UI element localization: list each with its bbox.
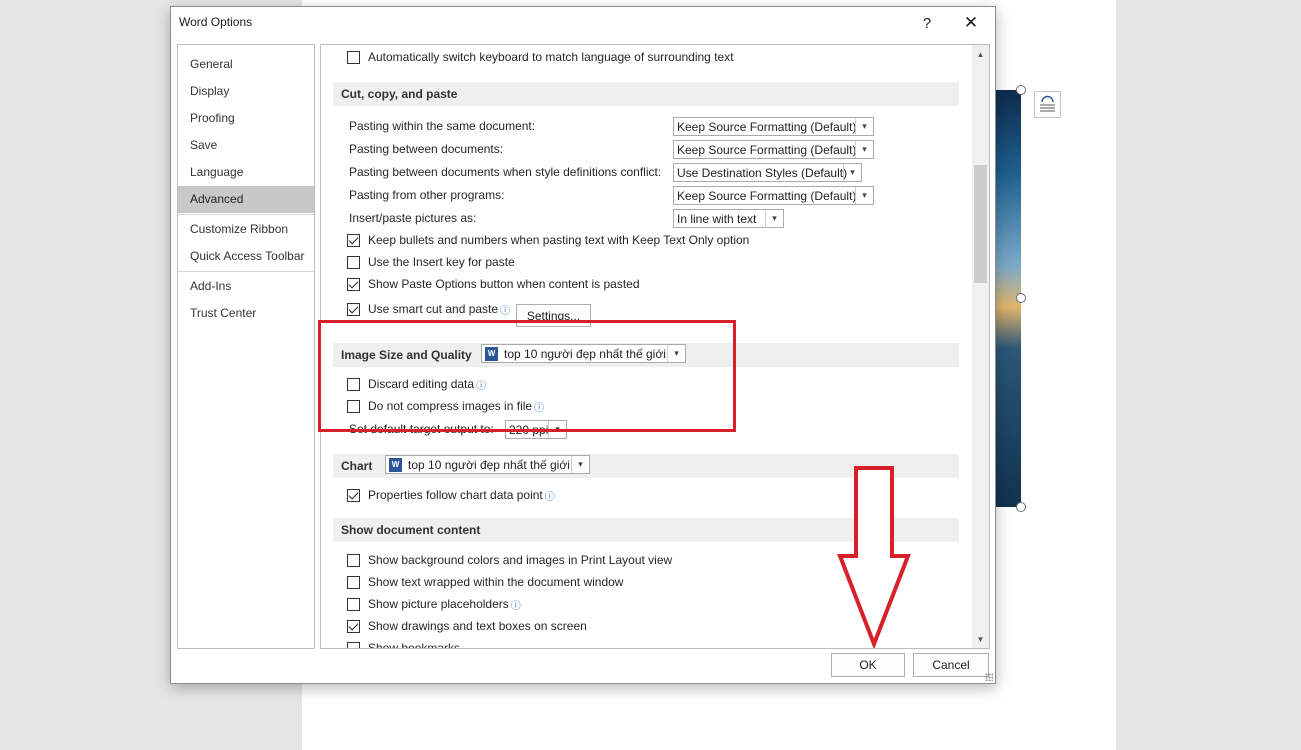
section-heading: Image Size and Quality	[341, 348, 472, 362]
content-scrollbar[interactable]: ▲ ▼	[972, 45, 989, 648]
option-discard-editing-data[interactable]: Discard editing data ⓘ	[347, 375, 486, 393]
paste-label: Pasting between documents when style def…	[349, 165, 662, 179]
paste-same-document-dropdown[interactable]: Keep Source Formatting (Default) ▾	[673, 117, 874, 136]
nav-item-advanced[interactable]: Advanced	[178, 186, 314, 213]
option-insert-key-paste[interactable]: Use the Insert key for paste	[347, 253, 515, 271]
resize-handle[interactable]	[1016, 85, 1026, 95]
paste-style-conflict-dropdown[interactable]: Use Destination Styles (Default) ▾	[673, 163, 862, 182]
options-content: Automatically switch keyboard to match l…	[320, 44, 990, 649]
checkbox[interactable]	[347, 597, 360, 611]
option-keep-bullets[interactable]: Keep bullets and numbers when pasting te…	[347, 231, 749, 249]
option-show-paste-options[interactable]: Show Paste Options button when content i…	[347, 275, 640, 293]
nav-item-save[interactable]: Save	[178, 132, 314, 159]
checkbox[interactable]	[347, 277, 360, 291]
target-output-dropdown[interactable]: 220 ppi ▾	[505, 420, 567, 439]
nav-item-general[interactable]: General	[178, 51, 314, 78]
checkbox[interactable]	[347, 488, 360, 502]
nav-item-quick-access-toolbar[interactable]: Quick Access Toolbar	[178, 243, 314, 270]
paste-label: Pasting between documents:	[349, 142, 504, 156]
checkbox[interactable]	[347, 399, 360, 413]
scrollbar-thumb[interactable]	[974, 165, 987, 283]
checkbox[interactable]	[347, 50, 360, 64]
close-icon[interactable]: ✕	[951, 10, 991, 36]
paste-label: Insert/paste pictures as:	[349, 211, 477, 225]
option-show-bookmarks[interactable]: Show bookmarks	[347, 639, 460, 648]
option-show-text-wrapped[interactable]: Show text wrapped within the document wi…	[347, 573, 623, 591]
option-smart-cut-paste[interactable]: Use smart cut and paste ⓘ	[347, 300, 510, 318]
resize-handle[interactable]	[1016, 502, 1026, 512]
checkbox[interactable]	[347, 619, 360, 633]
nav-item-language[interactable]: Language	[178, 159, 314, 186]
layout-options-icon[interactable]	[1034, 91, 1061, 118]
option-show-background-colors[interactable]: Show background colors and images in Pri…	[347, 551, 672, 569]
word-document-icon: W	[485, 346, 498, 361]
paste-label: Pasting from other programs:	[349, 188, 505, 202]
chevron-down-icon: ▾	[855, 141, 873, 158]
word-options-dialog: Word Options ? ✕ General Display Proofin…	[170, 6, 996, 684]
help-button[interactable]: ?	[907, 10, 947, 36]
nav-item-customize-ribbon[interactable]: Customize Ribbon	[178, 216, 314, 243]
nav-divider	[178, 271, 314, 272]
checkbox[interactable]	[347, 641, 360, 648]
option-show-drawings-text-boxes[interactable]: Show drawings and text boxes on screen	[347, 617, 587, 635]
scroll-down-icon[interactable]: ▼	[972, 631, 989, 648]
resize-handle[interactable]	[1016, 293, 1026, 303]
paste-label: Pasting within the same document:	[349, 119, 536, 133]
checkbox[interactable]	[347, 377, 360, 391]
cancel-button[interactable]: Cancel	[913, 653, 989, 677]
section-show-document-content: Show document content	[333, 518, 959, 542]
chevron-down-icon: ▾	[765, 210, 783, 227]
checkbox[interactable]	[347, 553, 360, 567]
checkbox[interactable]	[347, 255, 360, 269]
scroll-up-icon[interactable]: ▲	[972, 46, 989, 63]
option-follow-chart-data-point[interactable]: Properties follow chart data point ⓘ	[347, 486, 555, 504]
option-do-not-compress[interactable]: Do not compress images in file ⓘ	[347, 397, 544, 415]
image-quality-document-dropdown[interactable]: W top 10 người đẹp nhất thế giới ▾	[481, 344, 686, 363]
nav-item-trust-center[interactable]: Trust Center	[178, 300, 314, 327]
nav-item-display[interactable]: Display	[178, 78, 314, 105]
checkbox[interactable]	[347, 233, 360, 247]
info-icon: ⓘ	[476, 380, 487, 392]
info-icon: ⓘ	[500, 305, 511, 317]
section-heading: Chart	[341, 459, 373, 473]
resize-grip-icon[interactable]	[985, 673, 993, 681]
section-cut-copy-paste: Cut, copy, and paste	[333, 82, 959, 106]
target-output-label: Set default target output to:	[349, 422, 494, 436]
nav-item-add-ins[interactable]: Add-Ins	[178, 273, 314, 300]
chart-document-dropdown[interactable]: W top 10 người đẹp nhất thế giới ▾	[385, 455, 590, 474]
insert-pictures-dropdown[interactable]: In line with text ▾	[673, 209, 784, 228]
nav-divider	[178, 214, 314, 215]
checkbox[interactable]	[347, 575, 360, 589]
nav-item-proofing[interactable]: Proofing	[178, 105, 314, 132]
option-show-picture-placeholders[interactable]: Show picture placeholders ⓘ	[347, 595, 521, 613]
checkbox[interactable]	[347, 302, 360, 316]
word-document-icon: W	[389, 457, 402, 472]
paste-other-programs-dropdown[interactable]: Keep Source Formatting (Default) ▾	[673, 186, 874, 205]
info-icon: ⓘ	[544, 491, 555, 503]
chevron-down-icon: ▾	[855, 187, 873, 204]
options-nav: General Display Proofing Save Language A…	[177, 44, 315, 649]
paste-between-documents-dropdown[interactable]: Keep Source Formatting (Default) ▾	[673, 140, 874, 159]
info-icon: ⓘ	[534, 402, 545, 414]
chevron-down-icon: ▾	[843, 164, 861, 181]
chevron-down-icon: ▾	[548, 421, 566, 438]
title-bar: Word Options ? ✕	[171, 7, 995, 39]
settings-button[interactable]: Settings...	[516, 304, 591, 327]
chevron-down-icon: ▾	[571, 456, 589, 473]
info-icon: ⓘ	[510, 600, 521, 612]
chevron-down-icon: ▾	[667, 345, 685, 362]
ok-button[interactable]: OK	[831, 653, 905, 677]
dialog-title: Word Options	[179, 15, 253, 29]
chevron-down-icon: ▾	[855, 118, 873, 135]
option-auto-switch-keyboard[interactable]: Automatically switch keyboard to match l…	[347, 48, 734, 66]
